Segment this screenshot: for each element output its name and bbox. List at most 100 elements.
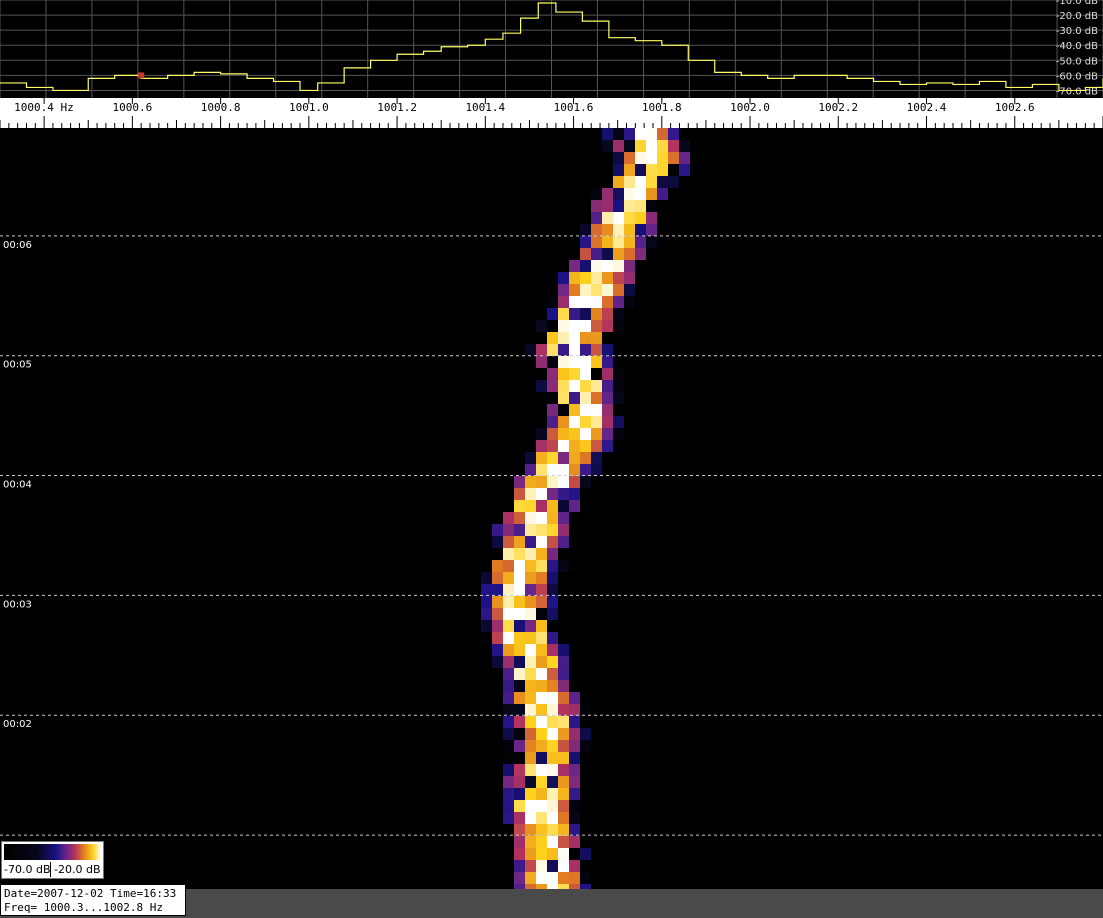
waterfall-cell bbox=[580, 284, 591, 296]
waterfall-cell bbox=[558, 836, 569, 848]
waterfall-cell bbox=[503, 488, 514, 500]
legend-min-label: -70.0 dB bbox=[4, 863, 51, 876]
spectrogram-window: -10.0 dB -20.0 dB -30.0 dB -40.0 dB -50.0 dB… bbox=[0, 0, 1103, 918]
waterfall-cell bbox=[602, 440, 613, 452]
waterfall-cell bbox=[525, 632, 536, 644]
waterfall-cell bbox=[536, 440, 547, 452]
waterfall-cell bbox=[569, 668, 580, 680]
waterfall-cell bbox=[525, 500, 536, 512]
waterfall-cell bbox=[547, 464, 558, 476]
waterfall-cell bbox=[525, 728, 536, 740]
waterfall-cell bbox=[602, 368, 613, 380]
waterfall-cell bbox=[602, 236, 613, 248]
waterfall-cell bbox=[580, 356, 591, 368]
waterfall-cell bbox=[613, 320, 624, 332]
waterfall-cell bbox=[547, 584, 558, 596]
waterfall-cell bbox=[481, 572, 492, 584]
waterfall-cell bbox=[602, 248, 613, 260]
waterfall-cell bbox=[514, 560, 525, 572]
waterfall-cell bbox=[547, 800, 558, 812]
waterfall-cell bbox=[580, 704, 591, 716]
waterfall-cell bbox=[547, 452, 558, 464]
waterfall-cell bbox=[536, 320, 547, 332]
frequency-tick-label: 1002.4 bbox=[907, 101, 947, 114]
waterfall-cell bbox=[668, 140, 679, 152]
waterfall-cell bbox=[503, 800, 514, 812]
waterfall-cell bbox=[503, 680, 514, 692]
waterfall-cell bbox=[492, 656, 503, 668]
waterfall-cell bbox=[514, 764, 525, 776]
waterfall-cell bbox=[536, 800, 547, 812]
waterfall-cell bbox=[547, 644, 558, 656]
waterfall-cell bbox=[514, 464, 525, 476]
waterfall-cell bbox=[536, 428, 547, 440]
info-box: Date=2007-12-02 Time=16:33 Freq= 1000.3.… bbox=[0, 884, 186, 916]
waterfall-cell bbox=[569, 260, 580, 272]
waterfall-cell bbox=[635, 200, 646, 212]
waterfall-cell bbox=[591, 416, 602, 428]
waterfall-cell bbox=[624, 152, 635, 164]
waterfall-cell bbox=[492, 596, 503, 608]
waterfall-cell bbox=[525, 752, 536, 764]
db-tick-label: -60.0 dB bbox=[1056, 71, 1098, 82]
waterfall-cell bbox=[525, 464, 536, 476]
time-label: 00:02 bbox=[3, 719, 32, 730]
waterfall-cell bbox=[525, 764, 536, 776]
waterfall-cell bbox=[624, 128, 635, 140]
waterfall-cell bbox=[547, 728, 558, 740]
waterfall-cell bbox=[503, 560, 514, 572]
waterfall-cell bbox=[558, 824, 569, 836]
color-scale-legend: -70.0 dB -20.0 dB bbox=[1, 841, 104, 879]
waterfall-cell bbox=[503, 572, 514, 584]
waterfall-cell bbox=[580, 248, 591, 260]
waterfall-cell bbox=[602, 392, 613, 404]
waterfall-cell bbox=[580, 740, 591, 752]
waterfall-cell bbox=[646, 176, 657, 188]
waterfall-cell bbox=[558, 800, 569, 812]
waterfall-cell bbox=[591, 464, 602, 476]
waterfall-cell bbox=[547, 836, 558, 848]
waterfall-cell bbox=[602, 428, 613, 440]
waterfall-cell bbox=[613, 308, 624, 320]
waterfall-cell bbox=[569, 692, 580, 704]
waterfall-cell bbox=[624, 188, 635, 200]
waterfall-cell bbox=[624, 284, 635, 296]
waterfall-cell bbox=[536, 668, 547, 680]
waterfall-cell bbox=[613, 392, 624, 404]
waterfall-cell bbox=[503, 764, 514, 776]
waterfall-cell bbox=[635, 140, 646, 152]
waterfall-cell bbox=[635, 176, 646, 188]
waterfall-cell bbox=[536, 452, 547, 464]
waterfall-cell bbox=[514, 860, 525, 872]
waterfall-cell bbox=[514, 548, 525, 560]
waterfall-cell bbox=[635, 188, 646, 200]
waterfall-cell bbox=[536, 608, 547, 620]
waterfall-cell bbox=[536, 788, 547, 800]
waterfall-cell bbox=[580, 224, 591, 236]
waterfall-cell bbox=[558, 524, 569, 536]
waterfall-cell bbox=[525, 584, 536, 596]
waterfall-cell bbox=[514, 680, 525, 692]
waterfall-cell bbox=[503, 836, 514, 848]
waterfall-cell bbox=[613, 416, 624, 428]
waterfall-cell bbox=[580, 836, 591, 848]
waterfall-cell bbox=[514, 800, 525, 812]
waterfall-cell bbox=[569, 452, 580, 464]
waterfall-cell bbox=[569, 824, 580, 836]
waterfall-cell bbox=[547, 440, 558, 452]
waterfall-cell bbox=[525, 860, 536, 872]
waterfall-cell bbox=[558, 728, 569, 740]
waterfall-cell bbox=[503, 656, 514, 668]
waterfall-cell bbox=[591, 200, 602, 212]
waterfall-cell bbox=[514, 644, 525, 656]
waterfall-cell bbox=[646, 188, 657, 200]
waterfall-cell bbox=[613, 152, 624, 164]
waterfall-cell bbox=[624, 296, 635, 308]
waterfall-cell bbox=[635, 248, 646, 260]
waterfall-cell bbox=[547, 416, 558, 428]
waterfall-cell bbox=[547, 824, 558, 836]
waterfall-cell bbox=[569, 812, 580, 824]
waterfall-cell bbox=[580, 296, 591, 308]
waterfall-cell bbox=[492, 572, 503, 584]
waterfall-cell bbox=[536, 524, 547, 536]
